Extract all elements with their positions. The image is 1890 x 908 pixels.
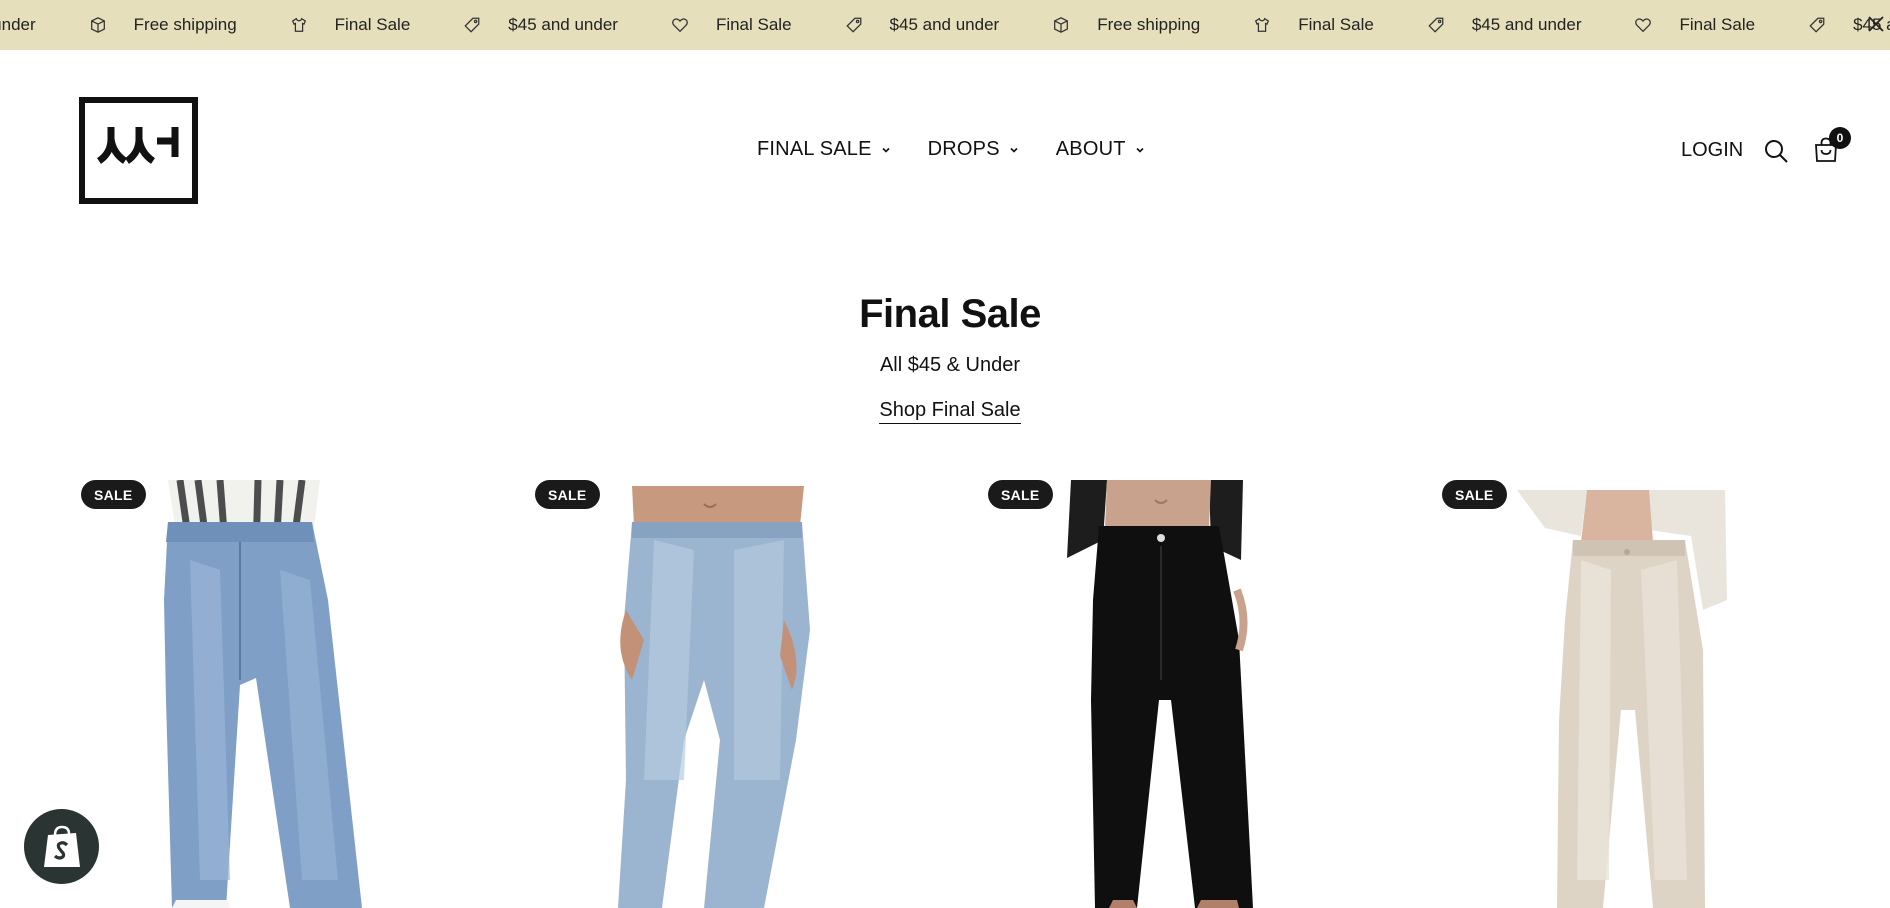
tshirt-icon: [1252, 15, 1272, 35]
announcement-item: Free shipping: [88, 15, 237, 35]
box-icon: [88, 15, 108, 35]
nav-label: DROPS: [927, 138, 1000, 160]
nav-item-about[interactable]: ABOUT: [1056, 138, 1146, 161]
announcement-text: Final Sale: [1298, 15, 1374, 34]
nav-label: ABOUT: [1055, 138, 1126, 160]
search-button[interactable]: [1763, 138, 1789, 164]
product-image: [1517, 490, 1727, 908]
announcement-text: $45 and under: [508, 15, 618, 34]
nav-item-drops[interactable]: DROPS: [928, 138, 1020, 161]
sale-badge: SALE: [988, 480, 1053, 509]
close-announcement-button[interactable]: [1862, 10, 1890, 38]
product-card[interactable]: SALE: [534, 480, 974, 908]
cart-count-badge: 0: [1829, 127, 1851, 149]
hero-link-wrapper: Shop Final Sale: [0, 399, 1890, 424]
login-link[interactable]: LOGIN: [1681, 139, 1743, 162]
announcement-text: Free shipping: [133, 15, 237, 34]
announcement-item: Final Sale: [1252, 15, 1374, 35]
announcement-text: Free shipping: [1097, 15, 1201, 34]
announcement-item: $45 and under: [462, 15, 618, 35]
nav-item-final-sale[interactable]: FINAL SALE: [757, 138, 892, 161]
store-logo[interactable]: [79, 97, 198, 204]
announcement-item: $45 and under: [0, 15, 36, 35]
announcement-text: Final Sale: [1679, 15, 1756, 34]
chevron-down-icon: [1136, 147, 1144, 153]
tag-icon: [1807, 15, 1827, 35]
tag-icon: [844, 15, 864, 35]
main-nav: FINAL SALE DROPS ABOUT: [757, 138, 1182, 161]
announcement-text: $45 and under: [1471, 15, 1582, 34]
announcement-item: $45 and under: [844, 15, 1000, 35]
announcement-item: Free shipping: [1051, 15, 1200, 35]
announcement-item: $45 and under: [1426, 15, 1582, 35]
announcement-text: $45 and under: [0, 15, 36, 34]
heart-icon: [1633, 15, 1653, 35]
product-image: [164, 480, 362, 908]
page-title: Final Sale: [859, 292, 1041, 336]
logo-mark-icon: [96, 127, 179, 164]
announcement-bar: $45 and under Free shipping Final Sale $…: [0, 0, 1890, 50]
shop-final-sale-link[interactable]: Shop Final Sale: [879, 399, 1021, 424]
tag-icon: [462, 15, 482, 35]
sale-badge: SALE: [535, 480, 600, 509]
product-card[interactable]: SALE: [987, 480, 1427, 908]
sale-badge: SALE: [81, 480, 146, 509]
tshirt-icon: [289, 15, 309, 35]
shopify-bag-icon: [43, 825, 80, 867]
nav-label: FINAL SALE: [757, 138, 872, 160]
search-icon: [1765, 140, 1788, 163]
shopify-chat-button[interactable]: [24, 809, 99, 884]
heart-icon: [670, 15, 690, 35]
announcement-item: Final Sale: [289, 15, 411, 35]
announcement-text: Final Sale: [334, 15, 411, 34]
product-card[interactable]: SALE: [80, 480, 520, 908]
announcement-text: $45 and under: [889, 15, 1000, 34]
chevron-down-icon: [1010, 147, 1018, 153]
page-subtitle: All $45 & Under: [879, 354, 1021, 376]
sale-badge: SALE: [1442, 480, 1507, 509]
product-image: [1067, 480, 1253, 908]
chevron-down-icon: [882, 147, 890, 153]
announcement-item: Final Sale: [670, 15, 792, 35]
site-header: FINAL SALE DROPS ABOUT LOGIN 0: [0, 50, 1890, 250]
product-image: [618, 486, 810, 908]
announcement-track: $45 and under Free shipping Final Sale $…: [0, 0, 1890, 50]
announcement-text: Final Sale: [715, 15, 792, 34]
box-icon: [1051, 15, 1071, 35]
close-icon: [1868, 16, 1884, 32]
product-card[interactable]: SALE: [1441, 480, 1881, 908]
announcement-item: Final Sale: [1633, 15, 1755, 35]
tag-icon: [1426, 15, 1446, 35]
